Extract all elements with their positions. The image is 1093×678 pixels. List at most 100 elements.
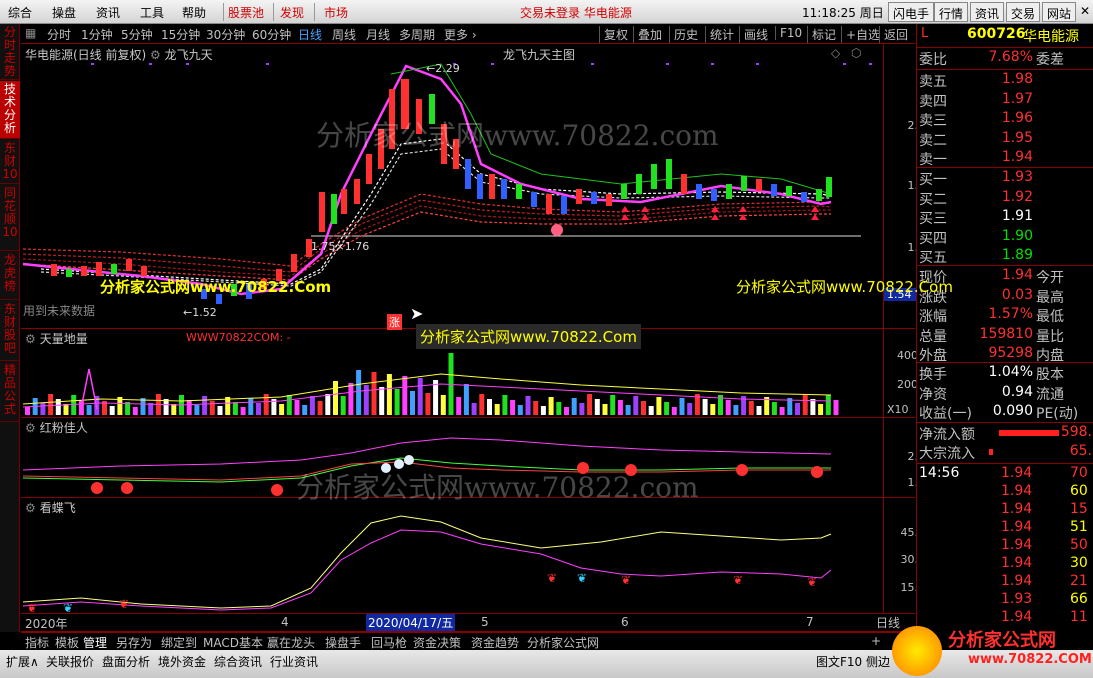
stats2-row[interactable]: 收益(一) 0.090 PE(动) [917,403,1093,422]
tick-volume: 50 [1070,537,1088,553]
stats2-row[interactable]: 换手 1.04% 股本 [917,364,1093,383]
menu-item[interactable]: 工具 [140,4,164,21]
volume-indicator-name[interactable]: 天量地量 [40,332,88,346]
sidebar-tab-eastmoney[interactable]: 东财10 [0,140,20,184]
tab-template[interactable]: 模板 [55,634,79,651]
volume-bar [471,403,477,415]
period-multi[interactable]: 多周期 [399,26,435,43]
trade-button[interactable]: 交易 [1006,2,1041,22]
bid-row[interactable]: 买三 1.91 [917,208,1093,227]
tool-overlay[interactable]: 叠加 [633,26,662,43]
period-intraday[interactable]: 分时 [47,26,71,43]
settings-icon[interactable]: ⚙ [150,48,161,62]
menu-item-stock-pool[interactable]: 股票池 [228,4,264,21]
period-15min[interactable]: 15分钟 [161,26,200,43]
settings-icon[interactable]: ⚙ [25,332,36,346]
clock: 11:18:25 周日 [802,6,884,20]
stats2-row[interactable]: 净资 0.94 流通 [917,384,1093,403]
status-f10[interactable]: 图文F10 [816,653,862,670]
tool-adjust[interactable]: 复权 [599,26,628,43]
stat-row[interactable]: 涨幅 1.57% 最低 [917,306,1093,325]
website-button[interactable]: 网站 [1042,2,1077,22]
add-tab-icon[interactable]: + [871,634,881,648]
grid-icon[interactable]: ▦ [25,26,36,40]
menu-item[interactable]: 帮助 [182,4,206,21]
hongfen-indicator-name[interactable]: 红粉佳人 [40,421,88,435]
diamond-icon[interactable]: ◇ [831,46,840,60]
period-weekly[interactable]: 周线 [332,26,356,43]
bid-row[interactable]: 买五 1.89 [917,247,1093,266]
ask-row[interactable]: 卖三 1.96 [917,110,1093,129]
tool-add-watchlist[interactable]: +自选 [841,26,880,43]
stat-row[interactable]: 总量 159810 量比 [917,326,1093,345]
menu-item-market[interactable]: 市场 [324,4,348,21]
tool-draw[interactable]: 画线 [739,26,768,43]
menu-item[interactable]: 综合 [8,4,32,21]
sidebar-tab-intraday[interactable]: 分时走势 [0,24,20,80]
tab-macd[interactable]: MACD基本 [203,634,263,651]
tool-f10[interactable]: F10 [775,26,802,40]
tab-trader[interactable]: 操盘手 [325,634,361,651]
tab-manage[interactable]: 管理 [83,634,107,651]
svg-text:❦: ❦ [119,597,129,611]
tab-bind[interactable]: 绑定到 [161,634,197,651]
sidebar-tab-guba[interactable]: 东财股吧 [0,301,20,361]
tool-mark[interactable]: 标记 [807,26,836,43]
tool-stats[interactable]: 统计 [705,26,734,43]
watermark-yellow: 分析家公式网www.70822.Com [100,278,332,296]
news-button[interactable]: 资讯 [970,2,1005,22]
tab-indicator[interactable]: 指标 [25,634,49,651]
period-1min[interactable]: 1分钟 [81,26,113,43]
period-30min[interactable]: 30分钟 [206,26,245,43]
close-icon[interactable]: ✕ [1080,4,1090,18]
ask-row[interactable]: 卖二 1.95 [917,130,1093,149]
volume-bar [232,402,238,415]
sidebar-tab-dragon-tiger[interactable]: 龙虎榜 [0,252,20,300]
sidebar-tab-tonghuashun[interactable]: 同花顺10 [0,185,20,251]
status-tab[interactable]: 关联报价 [46,653,94,670]
status-tab[interactable]: 扩展∧ [6,653,39,670]
row-key: PE(动) [1036,406,1079,422]
bid-row[interactable]: 买二 1.92 [917,189,1093,208]
period-60min[interactable]: 60分钟 [252,26,291,43]
tool-history[interactable]: 历史 [669,26,698,43]
sidebar-tab-formula[interactable]: 精品公式 [0,362,20,422]
settings-icon[interactable]: ⚙ [25,501,36,515]
main-indicator-name[interactable]: 龙飞九天 [165,48,213,62]
menu-item[interactable]: 资讯 [96,4,120,21]
tab-huimaqiang[interactable]: 回马枪 [371,634,407,651]
kandiefei-indicator-name[interactable]: 看蝶飞 [40,501,76,515]
status-tab[interactable]: 行业资讯 [270,653,318,670]
ask-row[interactable]: 卖四 1.97 [917,91,1093,110]
flash-trade-button[interactable]: 闪电手 [888,2,935,22]
tab-fund-trend[interactable]: 资金趋势 [471,634,519,651]
quotes-button[interactable]: 行情 [934,2,969,22]
bid-row[interactable]: 买一 1.93 [917,169,1093,188]
bid-row[interactable]: 买四 1.90 [917,228,1093,247]
period-more[interactable]: 更多 › [444,26,477,43]
row-label: 买二 [919,191,947,208]
tab-save-as[interactable]: 另存为 [116,634,152,651]
volume-bar [564,407,569,415]
tool-back[interactable]: 返回 [879,26,908,43]
period-daily[interactable]: 日线 [298,26,322,43]
status-side[interactable]: 侧边 [866,653,890,670]
sidebar-tab-technical[interactable]: 技术分析 [0,81,20,139]
status-tab[interactable]: 综合资讯 [214,653,262,670]
tab-fenxijia[interactable]: 分析家公式网 [527,634,599,651]
tab-win-leader[interactable]: 赢在龙头 [267,634,315,651]
period-5min[interactable]: 5分钟 [121,26,153,43]
status-tab[interactable]: 境外资金 [158,653,206,670]
row-value: 1.96 [1001,110,1033,126]
settings-icon[interactable]: ⚙ [25,421,36,435]
menu-item-discover[interactable]: 发现 [280,4,304,21]
status-tab[interactable]: 盘面分析 [102,653,150,670]
tab-fund-decision[interactable]: 资金决策 [413,634,461,651]
kandiefei-chart[interactable]: ❦ ❦ ❦ ❦ ❦ ❦ ❦ ❦ [21,498,883,614]
menu-item[interactable]: 操盘 [52,4,76,21]
expand-icon[interactable]: ⬡ [851,46,861,60]
ask-row[interactable]: 卖一 1.94 [917,149,1093,168]
ask-row[interactable]: 卖五 1.98 [917,71,1093,90]
volume-bar [687,403,693,415]
period-monthly[interactable]: 月线 [366,26,390,43]
